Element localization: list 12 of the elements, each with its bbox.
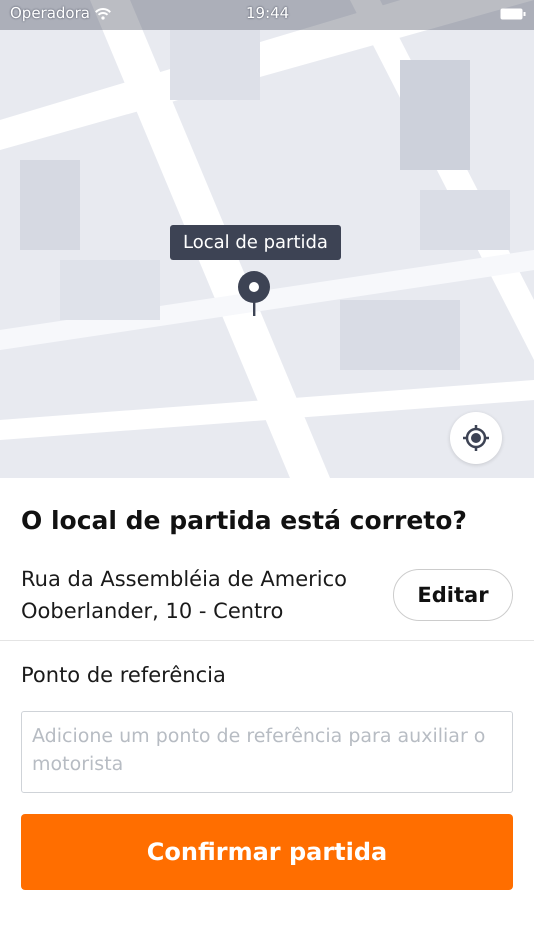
map-pin-icon bbox=[237, 270, 271, 316]
reference-label: Ponto de referência bbox=[21, 663, 227, 687]
battery-icon bbox=[500, 8, 526, 20]
reference-field[interactable]: Adicione um ponto de referência para auxiliar o motorista bbox=[21, 711, 513, 793]
status-time: 19:44 bbox=[246, 4, 290, 22]
address-text: Rua da Assembléia de Americo Ooberlander, 10 - Centro bbox=[21, 566, 348, 625]
wifi-icon bbox=[94, 7, 112, 20]
crosshair-icon bbox=[462, 424, 490, 452]
carrier-name: Operadora bbox=[10, 4, 90, 22]
sheet-title: O local de partida está correto? bbox=[21, 505, 468, 535]
pin-tooltip: Local de partida bbox=[170, 225, 341, 260]
edit-button[interactable]: Editar bbox=[393, 569, 513, 621]
